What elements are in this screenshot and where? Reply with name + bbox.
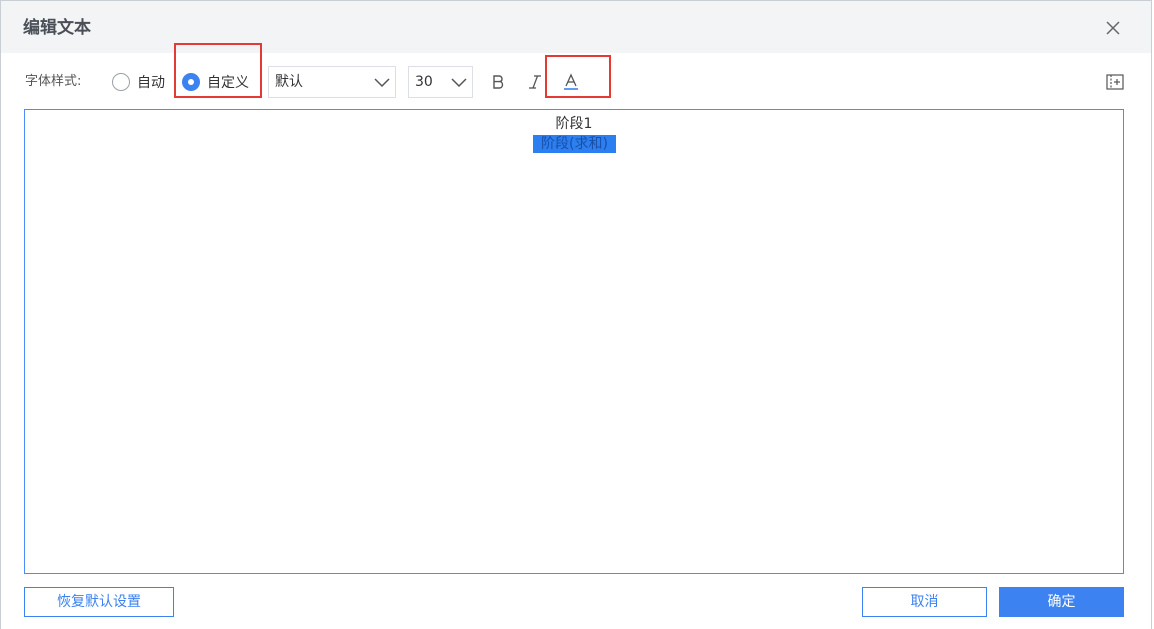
font-style-label: 字体样式: <box>25 74 82 89</box>
edit-text-dialog: 编辑文本 字体样式: 自动 自定义 默认 30 阶段1 阶段(求和) 恢复默认设… <box>0 0 1152 629</box>
radio-custom[interactable]: 自定义 <box>182 71 249 93</box>
chevron-down-icon <box>374 78 390 88</box>
font-family-select[interactable]: 默认 <box>268 66 396 98</box>
dialog-header: 编辑文本 <box>1 1 1151 53</box>
italic-icon <box>529 75 541 89</box>
insert-field-icon <box>1106 74 1124 90</box>
radio-custom-label: 自定义 <box>207 75 249 91</box>
bold-icon <box>493 75 504 89</box>
editor-line-1[interactable]: 阶段1 <box>25 115 1123 133</box>
reset-default-button[interactable]: 恢复默认设置 <box>24 587 174 617</box>
ok-button[interactable]: 确定 <box>999 587 1124 617</box>
bold-button[interactable] <box>487 71 509 93</box>
radio-auto-label: 自动 <box>137 75 165 91</box>
close-icon <box>1106 21 1120 35</box>
font-size-value: 30 <box>415 74 433 90</box>
font-size-select[interactable]: 30 <box>408 66 473 98</box>
radio-custom-circle[interactable] <box>182 73 200 91</box>
close-button[interactable] <box>1103 18 1123 38</box>
radio-auto[interactable]: 自动 <box>112 71 165 93</box>
italic-button[interactable] <box>524 71 546 93</box>
cancel-button[interactable]: 取消 <box>862 587 987 617</box>
font-color-icon <box>564 73 578 90</box>
font-color-button[interactable] <box>560 71 582 93</box>
font-family-value: 默认 <box>275 74 303 90</box>
text-editor[interactable]: 阶段1 阶段(求和) <box>24 109 1124 574</box>
insert-field-button[interactable] <box>1104 71 1126 93</box>
editor-line-2-selected[interactable]: 阶段(求和) <box>533 135 616 153</box>
radio-auto-circle[interactable] <box>112 73 130 91</box>
chevron-down-icon <box>451 78 467 88</box>
dialog-title: 编辑文本 <box>23 18 91 38</box>
